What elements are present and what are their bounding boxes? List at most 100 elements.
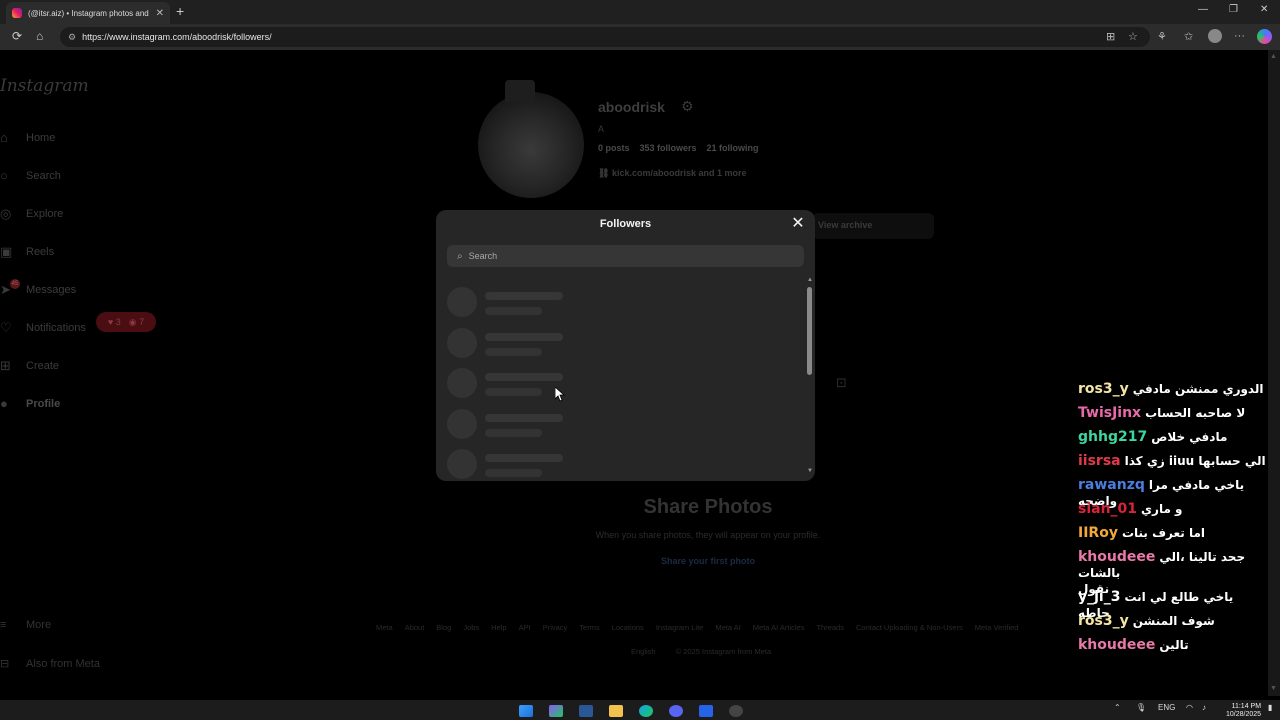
nav-search[interactable]: ○ Search [0, 168, 61, 183]
scroll-thumb[interactable] [807, 287, 812, 375]
nav-home[interactable]: ⌂ Home [0, 130, 55, 145]
profile-link-text: kick.com/aboodrisk and 1 more [611, 168, 747, 178]
minimize-button[interactable]: — [1198, 4, 1208, 15]
skeleton-line [485, 454, 563, 462]
notif-likes: ♥ 3 [107, 317, 121, 327]
read-aloud-icon[interactable]: ⊞ [1106, 30, 1115, 43]
home-icon[interactable]: ⌂ [36, 29, 43, 43]
nav-reels[interactable]: ▣ Reels [0, 244, 54, 260]
nav-more[interactable]: ≡ More [0, 619, 51, 631]
nav-create[interactable]: ⊞ Create [0, 358, 59, 374]
nav-notifications[interactable]: ♡ Notifications [0, 320, 86, 336]
profile-avatar-icon: ● [0, 396, 8, 411]
footer-link[interactable]: Meta Verified [975, 623, 1019, 632]
notification-center-icon[interactable]: ▮ [1268, 703, 1272, 712]
footer-link[interactable]: Blog [436, 623, 451, 632]
scroll-up-icon[interactable]: ▲ [1270, 53, 1277, 60]
clock[interactable]: 11:14 PM 10/28/2025 [1226, 703, 1261, 719]
nav-also-from-meta[interactable]: ⊟ Also from Meta [0, 657, 100, 671]
extensions-icon[interactable]: ⚘ [1157, 30, 1167, 43]
input-language[interactable]: ENG [1158, 703, 1175, 712]
file-explorer-icon[interactable] [609, 705, 623, 717]
followers-count[interactable]: 353 followers [640, 143, 697, 153]
footer-links: Meta About Blog Jobs Help API Privacy Terms Loca… [376, 623, 1018, 632]
chat-message: iisrsa زي كذا iiuu الي حسابها [1078, 453, 1268, 469]
edge-icon[interactable] [639, 705, 653, 717]
windows-taskbar: ⌃ 🎙 ENG ◠ ♪ 11:14 PM 10/28/2025 ▮ [0, 700, 1280, 720]
copilot-app-icon[interactable] [549, 705, 563, 717]
copilot-icon[interactable] [1257, 29, 1272, 44]
tab-close-icon[interactable]: ✕ [156, 8, 164, 19]
chat-username: ghhg217 [1078, 429, 1148, 445]
close-icon[interactable]: ✕ [788, 214, 808, 234]
plus-square-icon: ⊞ [0, 358, 11, 373]
nav-profile-label: Profile [26, 397, 61, 410]
instagram-logo[interactable]: Instagram [0, 76, 89, 96]
footer-link[interactable]: Meta AI [715, 623, 740, 632]
footer-link[interactable]: Terms [579, 623, 599, 632]
store-icon[interactable] [579, 705, 593, 717]
chat-text: مادفي خلاص [1151, 430, 1228, 444]
browser-tab[interactable]: (@itsr.aiz) • Instagram photos and ✕ [6, 2, 170, 24]
followers-search-input[interactable]: ⌕ Search [447, 245, 804, 267]
obs-icon[interactable] [729, 705, 743, 717]
nav-profile[interactable]: ● Profile [0, 396, 60, 411]
scroll-up-icon[interactable]: ▲ [807, 277, 813, 283]
tagged-icon[interactable]: ⊡ [836, 375, 847, 391]
site-info-icon[interactable]: ⚙ [68, 32, 76, 43]
favorites-icon[interactable]: ✩ [1184, 30, 1193, 43]
chat-text: شوف المنشن [1132, 614, 1215, 628]
notifications-pill[interactable]: ♥ 3 ◉ 7 [96, 312, 156, 332]
chat-username: ros3_y [1078, 613, 1129, 629]
notif-follows-count: 7 [139, 316, 145, 327]
profile-bio: A [598, 124, 605, 134]
url-field[interactable]: ⚙ https://www.instagram.com/aboodrisk/fo… [60, 27, 1150, 47]
following-count[interactable]: 21 following [707, 143, 759, 153]
discord-icon[interactable] [669, 705, 683, 717]
wifi-icon[interactable]: ◠ [1186, 703, 1193, 712]
footer-link[interactable]: Contact Uploading & Non-Users [856, 623, 963, 632]
tray-overflow-icon[interactable]: ⌃ [1114, 703, 1121, 712]
view-archive-button[interactable]: View archive [812, 213, 934, 239]
windows-start-icon[interactable] [519, 705, 533, 717]
nav-more-label: More [26, 619, 52, 631]
scroll-down-icon[interactable]: ▼ [1270, 685, 1277, 692]
settings-gear-icon[interactable]: ⚙ [681, 98, 694, 115]
language-selector[interactable]: English [631, 647, 656, 656]
volume-icon[interactable]: ♪ [1202, 703, 1206, 712]
chat-text: لا صاحبه الحساب [1145, 406, 1246, 420]
meta-grid-icon: ⊟ [0, 658, 10, 670]
footer-link[interactable]: Meta [376, 623, 393, 632]
menu-dots-icon[interactable]: ··· [1234, 30, 1245, 42]
modal-scrollbar[interactable]: ▲ ▼ [806, 277, 814, 476]
footer-link[interactable]: Privacy [543, 623, 568, 632]
nav-explore[interactable]: ◎ Explore [0, 206, 63, 222]
follower-skeleton-row [447, 368, 747, 400]
nav-home-label: Home [26, 131, 56, 144]
scroll-down-icon[interactable]: ▼ [807, 468, 813, 474]
browser-profile-avatar[interactable] [1208, 29, 1222, 43]
page-scrollbar[interactable]: ▲ ▼ [1268, 50, 1280, 696]
footer-link[interactable]: Help [491, 623, 506, 632]
refresh-icon[interactable]: ⟳ [12, 29, 22, 43]
profile-links[interactable]: ⛓ kick.com/aboodrisk and 1 more [598, 168, 747, 179]
new-tab-button[interactable]: + [176, 3, 184, 19]
close-window-button[interactable]: ✕ [1260, 4, 1268, 15]
notif-follows: ◉ 7 [128, 316, 145, 327]
footer-link[interactable]: Meta AI Articles [753, 623, 805, 632]
footer-link[interactable]: Threads [816, 623, 844, 632]
footer-link[interactable]: Instagram Lite [656, 623, 704, 632]
footer-link[interactable]: About [405, 623, 425, 632]
restore-button[interactable]: ❐ [1229, 4, 1238, 15]
footer-link[interactable]: Locations [612, 623, 644, 632]
microphone-icon[interactable]: 🎙 [1136, 703, 1146, 712]
profile-username: aboodrisk [598, 99, 665, 115]
posts-count: 0 posts [598, 143, 630, 153]
favorite-star-icon[interactable]: ☆ [1128, 30, 1138, 43]
app-icon[interactable] [699, 705, 713, 717]
chat-username: khoudeee [1078, 549, 1156, 565]
profile-avatar[interactable] [478, 92, 584, 198]
nav-notifications-label: Notifications [26, 322, 86, 334]
footer-link[interactable]: Jobs [463, 623, 479, 632]
footer-link[interactable]: API [519, 623, 531, 632]
